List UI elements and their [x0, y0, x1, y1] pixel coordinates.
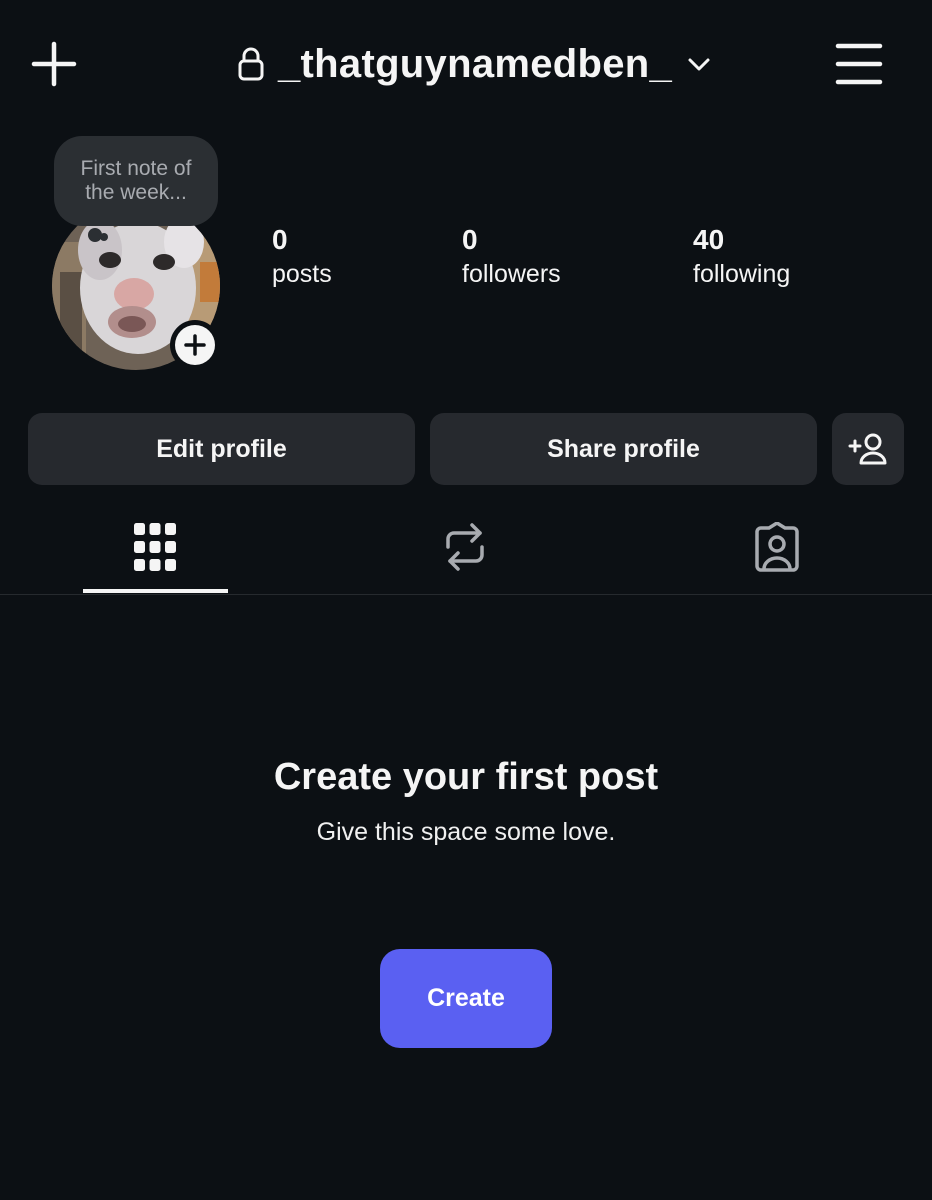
- menu-button[interactable]: [826, 32, 892, 96]
- note-bubble[interactable]: First note of the week...: [54, 136, 218, 226]
- add-person-icon: [848, 433, 887, 465]
- empty-state-title: Create your first post: [273, 756, 659, 798]
- lock-icon: [238, 47, 264, 81]
- chevron-down-icon: [688, 58, 710, 71]
- share-profile-button[interactable]: Share profile: [430, 413, 817, 485]
- tagged-person-icon: [755, 522, 799, 572]
- note-text: First note of the week...: [80, 157, 192, 204]
- hamburger-menu-icon: [835, 43, 883, 85]
- stat-following[interactable]: 40 following: [693, 224, 790, 292]
- edit-profile-button[interactable]: Edit profile: [28, 413, 415, 485]
- plus-icon: [31, 41, 77, 87]
- stat-label: followers: [462, 260, 561, 288]
- add-story-button[interactable]: [170, 320, 220, 370]
- tab-tagged[interactable]: [704, 500, 850, 594]
- create-button[interactable]: Create: [380, 949, 552, 1048]
- stat-value: 0: [462, 224, 478, 255]
- stat-value: 40: [693, 224, 725, 255]
- note-bubble-tail: [100, 233, 108, 241]
- divider: [0, 594, 932, 595]
- grid-icon: [134, 523, 176, 571]
- account-switcher[interactable]: _thatguynamedben_: [236, 34, 712, 94]
- tab-reposts[interactable]: [392, 500, 538, 594]
- repost-icon: [446, 523, 484, 571]
- stat-label: posts: [272, 260, 332, 288]
- active-tab-indicator: [83, 589, 228, 593]
- discover-people-button[interactable]: [832, 413, 904, 485]
- username-title: _thatguynamedben_: [278, 41, 673, 86]
- empty-state-subtitle: Give this space some love.: [316, 818, 616, 846]
- new-post-button[interactable]: [22, 32, 86, 96]
- stat-followers[interactable]: 0 followers: [462, 224, 561, 292]
- stat-posts[interactable]: 0 posts: [272, 224, 332, 292]
- tab-posts-grid[interactable]: [82, 500, 228, 594]
- stat-value: 0: [272, 224, 288, 255]
- stat-label: following: [693, 260, 791, 288]
- plus-icon: [175, 325, 215, 365]
